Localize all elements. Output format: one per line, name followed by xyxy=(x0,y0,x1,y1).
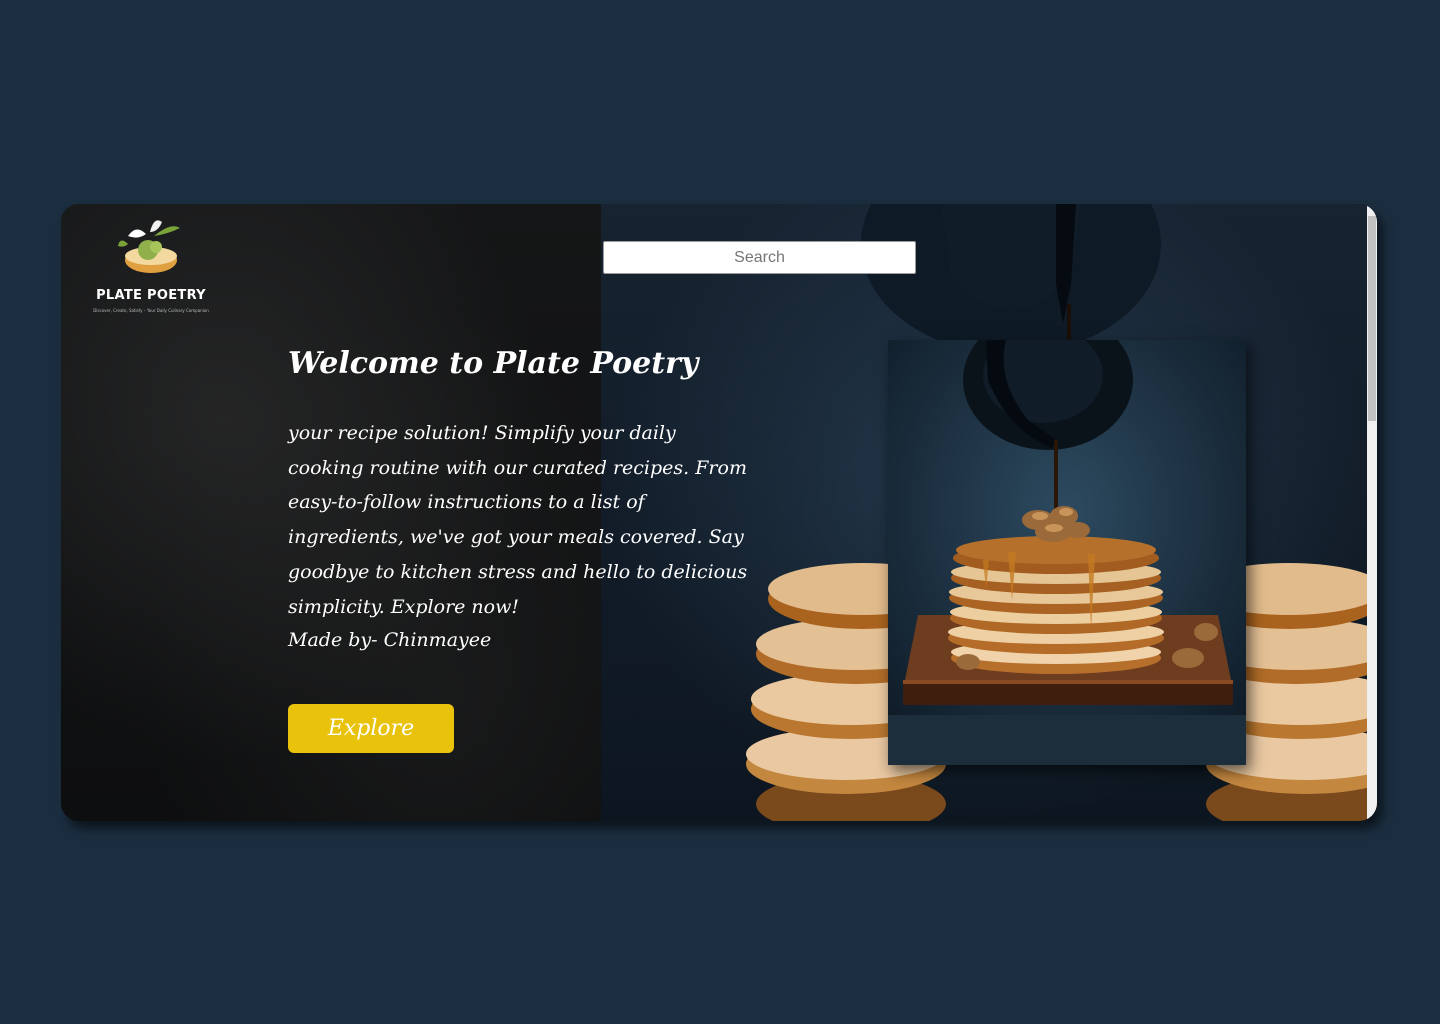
scrollbar-thumb[interactable] xyxy=(1368,216,1376,421)
search-input[interactable] xyxy=(603,241,916,274)
brand-logo[interactable]: PLATE POETRY Discover, Create, Satisfy –… xyxy=(81,214,221,318)
scrollbar[interactable] xyxy=(1367,204,1377,821)
pancake-image xyxy=(888,340,1246,765)
hero-description: your recipe solution! Simplify your dail… xyxy=(288,422,748,618)
hero-card: PLATE POETRY Discover, Create, Satisfy –… xyxy=(61,204,1377,821)
hero-title: Welcome to Plate Poetry xyxy=(288,346,699,381)
explore-button[interactable]: Explore xyxy=(288,704,454,753)
brand-tagline: Discover, Create, Satisfy – Your Daily C… xyxy=(93,308,209,313)
hero-credit: Made by- Chinmayee xyxy=(288,629,492,651)
plate-logo-icon xyxy=(118,220,180,273)
brand-name: PLATE POETRY xyxy=(96,288,206,303)
